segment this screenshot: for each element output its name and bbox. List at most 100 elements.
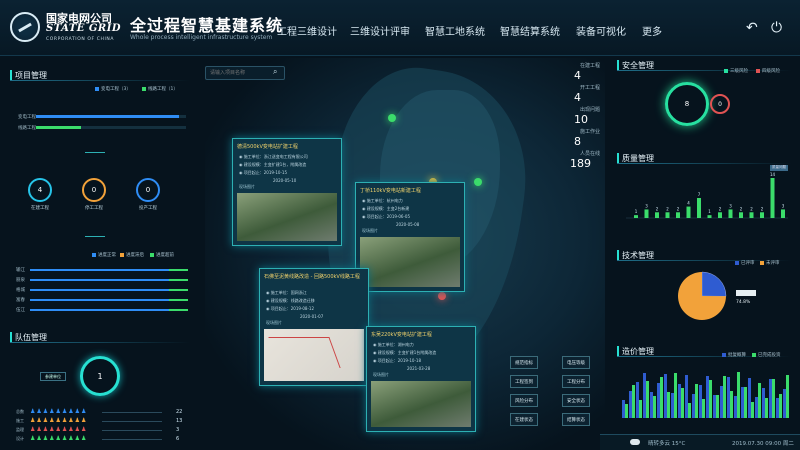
team-tag: 参建单位 [40,372,66,381]
team-row-line [102,430,162,431]
quality-bar-label: 7 [698,192,701,197]
ring-label: 投产工程 [139,206,157,211]
quality-bar-label: 14 [770,172,776,177]
map-btn[interactable]: 工程签到 [510,375,538,388]
card-line: ◉ 建设规模：主变2台新建 [362,206,410,211]
map-stats: 在建工程 4 开工工程 4 出现问题 10 施工作业 8 人员在线 189 [560,62,600,170]
map-marker[interactable] [474,178,482,186]
map-btn[interactable]: 结算状态 [562,413,590,426]
team-rows: 总数 ♟♟♟♟♟♟♟♟♟ 22 施工 ♟♟♟♟♟♟♟♟♟ 13 监理 ♟♟♟♟♟♟♟♟♟ 3 设计… [16,408,191,444]
site-photo [360,237,460,287]
cost-bar-completed [772,379,775,418]
map-btn[interactable]: 安全状态 [562,394,590,407]
progress-row: 丽泉 [16,276,191,286]
team-row: 监理 ♟♟♟♟♟♟♟♟♟ 3 [16,426,191,435]
page-subtitle: Whole process intelligent infrastructure… [130,34,273,41]
stat-value: 8 [574,135,581,148]
legend-item: 进度滞后 [120,252,144,258]
legend-item: 四级风险 [756,68,780,74]
project-bar-substation [36,115,179,118]
card-img-label: 现场图片 [239,184,255,189]
cost-bar-completed [695,384,698,418]
map-btn[interactable]: 电压等级 [562,356,590,369]
project-bar-line [36,126,81,129]
progress-row-label: 伍江 [16,308,25,313]
card-line: ◉ 建设规模：主变扩建1台，附属改造 [239,162,307,167]
legend-item: 已评审 [735,260,755,266]
project-card[interactable]: 德清500kV变电站扩建工程 ◉ 施工单位：浙江送变电工程有限公司 ◉ 建设规模… [232,138,342,246]
quality-bar-label: 3 [729,203,732,208]
team-row-label: 设计 [16,436,24,441]
stat-value: 4 [574,69,581,82]
project-card[interactable]: 东吴220kV变电站扩建工程 ◉ 施工单位：湖州电力 ◉ 建设规模：主变扩建1台… [366,326,476,432]
cost-bar-completed [632,385,635,418]
team-row-label: 监理 [16,427,24,432]
legend-item: 线路工程（1） [142,86,178,92]
route-map [264,329,364,381]
project-card[interactable]: 石佛至泥黄线路改造 - 回路500kV线路工程 ◉ 施工单位：国网浙江 ◉ 建设… [259,268,369,386]
team-ring: 1 [80,356,120,396]
team-row-value: 3 [176,427,180,433]
quality-bar-label: 2 [666,206,669,211]
search-icon[interactable]: ⌕ [273,67,277,77]
card-line: ◉ 施工单位：杭州电力 [362,198,403,203]
quality-bar [665,212,670,218]
cost-bar-completed [786,375,789,418]
progress-bar [30,279,188,281]
progress-row: 格城 [16,286,191,296]
cost-bar-completed [625,404,628,418]
stat-value: 189 [570,157,591,170]
legend-item: 已完成投资 [752,352,781,358]
cost-bar-budget [776,398,779,418]
nav-smart-settlement[interactable]: 智慧结算系统 [500,23,560,38]
divider [617,163,792,164]
map-marker[interactable] [438,292,446,300]
nav-smart-site[interactable]: 智慧工地系统 [425,23,485,38]
cost-bar-completed [758,383,761,418]
pie-percent: 74.8% [736,300,751,305]
cost-bar-completed [688,403,691,418]
nav-more[interactable]: 更多 [642,23,662,38]
team-row-value: 13 [176,418,183,424]
progress-row: 伍江 [16,306,191,316]
map-btn[interactable]: 在建状态 [510,413,538,426]
map-marker[interactable] [388,114,396,122]
card-title: 德清500kV变电站扩建工程 [237,144,298,150]
stat-label: 出现问题 [579,107,600,113]
pie-slice-reviewed [701,271,727,297]
map-btn[interactable]: 风险分布 [510,394,538,407]
progress-bar [30,269,188,271]
quality-bar [686,206,691,218]
project-card[interactable]: 丁桥110kV变电站新建工程 ◉ 施工单位：杭州电力 ◉ 建设规模：主变2台新建… [355,182,465,292]
card-date: 2020-05-10 [273,178,297,183]
cost-bar-completed [730,391,733,418]
map-btn[interactable]: 工程分布 [562,375,590,388]
ring-in-construction: 4 [28,178,52,202]
team-row: 施工 ♟♟♟♟♟♟♟♟♟ 13 [16,417,191,426]
quality-bar-label: 2 [761,206,764,211]
bar-label: 变电工程 [18,115,36,120]
map-btn[interactable]: 规范指标 [510,356,538,369]
cost-bar-completed [653,396,656,418]
card-line: ◉ 施工单位：浙江送变电工程有限公司 [239,154,308,159]
state-grid-logo [10,12,40,42]
legend-item: 变电工程（3） [95,86,131,92]
cost-bar-completed [702,399,705,418]
nav-equipment-visual[interactable]: 装备可视化 [576,23,626,38]
stat-label: 在建工程 [579,63,600,69]
progress-bar [30,299,188,301]
nav-3d-design[interactable]: 工程三维设计 [277,23,337,38]
nav-3d-review[interactable]: 三维设计评审 [350,23,410,38]
power-icon[interactable]: ⏻ [771,20,782,36]
back-icon[interactable]: ↶ [746,20,758,36]
cost-bar-budget [622,400,625,418]
card-title: 丁桥110kV变电站新建工程 [360,188,421,194]
status-bar: 晴转多云 15°C 2019.07.30 09:00 周二 [600,434,800,450]
quality-bar [749,212,754,218]
card-line: ◉ 项目起止：2019-08-12 [266,306,315,311]
person-icons: ♟♟♟♟♟♟♟♟♟ [30,426,88,433]
cost-bar-budget [636,382,639,418]
ring-label: 在建工程 [31,206,49,211]
cost-bar-completed [765,398,768,418]
cost-bar-budget [699,385,702,418]
